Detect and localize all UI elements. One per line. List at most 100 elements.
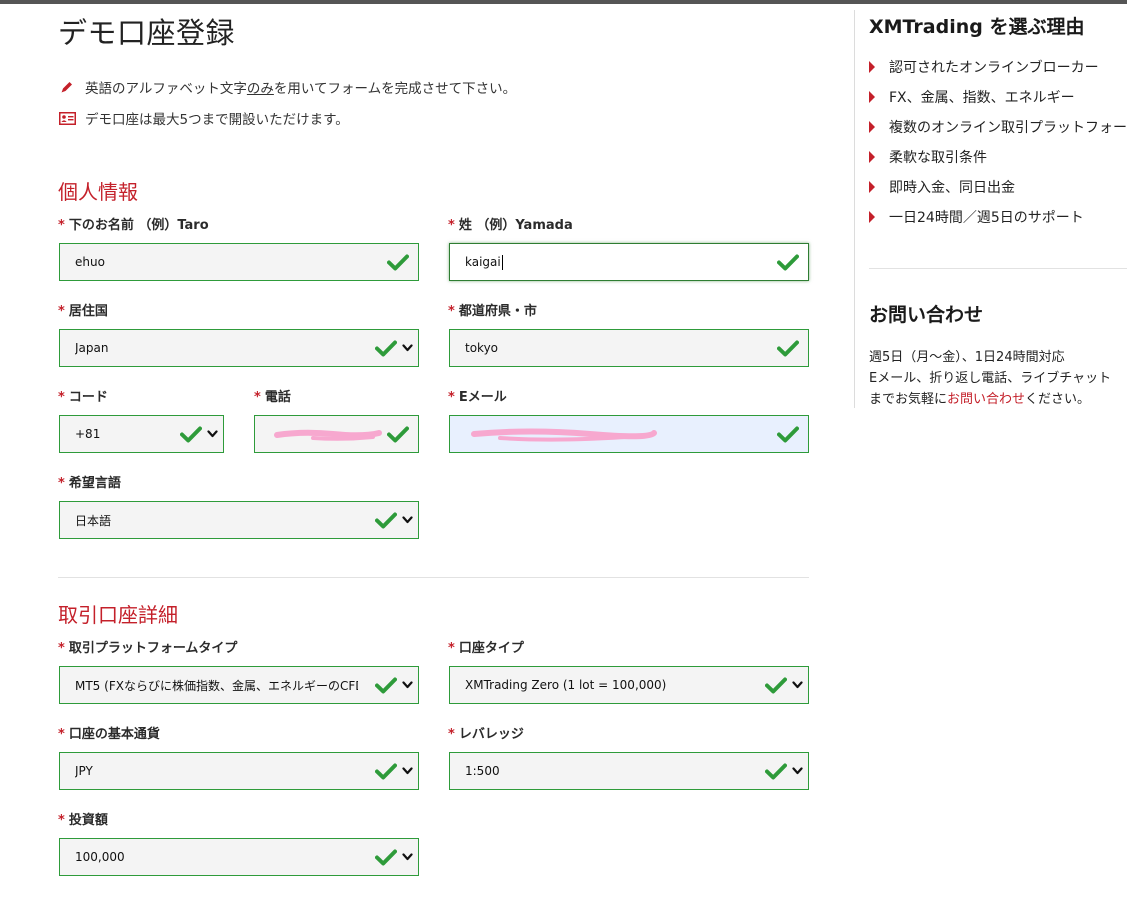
chevron-down-icon bbox=[207, 428, 218, 440]
reason-text: 柔軟な取引条件 bbox=[889, 150, 987, 166]
first-name-label-text: 下のお名前 （例）Taro bbox=[68, 218, 209, 233]
reason-item: FX、金属、指数、エネルギー bbox=[869, 87, 1075, 107]
required-mark: * bbox=[448, 390, 455, 405]
reason-text: 一日24時間／週5日のサポート bbox=[889, 210, 1084, 226]
required-mark: * bbox=[58, 390, 65, 405]
section-title-personal: 個人情報 bbox=[58, 180, 138, 204]
platform-label-text: 取引プラットフォームタイプ bbox=[68, 641, 238, 656]
notice-text-underlined: のみ bbox=[246, 81, 274, 97]
notice-text-prefix: 英語のアルファベット文字 bbox=[85, 81, 247, 97]
chevron-down-icon bbox=[792, 679, 803, 691]
account-type-label-text: 口座タイプ bbox=[458, 641, 524, 656]
reason-text: 即時入金、同日出金 bbox=[889, 180, 1015, 196]
check-icon bbox=[777, 425, 799, 443]
required-mark: * bbox=[448, 727, 455, 742]
redaction-mark bbox=[471, 428, 657, 442]
required-mark: * bbox=[448, 641, 455, 656]
required-mark: * bbox=[58, 641, 65, 656]
code-label: * コード bbox=[58, 386, 108, 405]
check-icon bbox=[375, 339, 397, 357]
triangle-bullet-icon bbox=[869, 91, 875, 103]
contact-cta-prefix: までお気軽に bbox=[869, 392, 948, 407]
sidebar-border bbox=[854, 10, 855, 408]
contact-cta-suffix: ください。 bbox=[1025, 392, 1091, 407]
id-card-icon bbox=[58, 111, 76, 125]
reason-text: 複数のオンライン取引プラットフォーム bbox=[889, 120, 1127, 136]
prefecture-field[interactable]: tokyo bbox=[449, 329, 809, 367]
text-caret bbox=[501, 254, 503, 270]
email-label: * Eメール bbox=[448, 386, 507, 405]
triangle-bullet-icon bbox=[869, 121, 875, 133]
required-mark: * bbox=[58, 727, 65, 742]
check-icon bbox=[387, 425, 409, 443]
language-value: 日本語 bbox=[75, 513, 112, 528]
country-code-select[interactable]: +81 bbox=[59, 415, 224, 453]
contact-line-channels: Eメール、折り返し電話、ライブチャット bbox=[869, 371, 1112, 386]
required-mark: * bbox=[448, 304, 455, 319]
leverage-select[interactable]: 1:500 bbox=[449, 752, 809, 790]
reason-text: 認可されたオンラインブローカー bbox=[889, 60, 1099, 76]
chevron-down-icon bbox=[792, 765, 803, 777]
check-icon bbox=[375, 511, 397, 529]
contact-link[interactable]: お問い合わせ bbox=[947, 392, 1025, 407]
prefecture-value: tokyo bbox=[465, 341, 499, 355]
language-select[interactable]: 日本語 bbox=[59, 501, 419, 539]
account-type-value: XMTrading Zero (1 lot = 100,000) bbox=[465, 678, 667, 692]
phone-field[interactable] bbox=[254, 415, 419, 453]
email-label-text: Eメール bbox=[458, 390, 507, 405]
investment-value: 100,000 bbox=[75, 850, 125, 864]
last-name-field[interactable]: kaigai bbox=[449, 243, 809, 281]
top-border-bar bbox=[0, 0, 1127, 4]
reason-text: FX、金属、指数、エネルギー bbox=[889, 90, 1075, 106]
triangle-bullet-icon bbox=[869, 151, 875, 163]
leverage-label: * レバレッジ bbox=[448, 723, 524, 742]
required-mark: * bbox=[254, 390, 261, 405]
required-mark: * bbox=[58, 813, 65, 828]
leverage-value: 1:500 bbox=[465, 764, 500, 778]
notice-demo-limit: デモ口座は最大5つまで開設いただけます。 bbox=[58, 108, 349, 128]
reason-item: 一日24時間／週5日のサポート bbox=[869, 207, 1084, 227]
sidebar-divider bbox=[869, 268, 1127, 269]
country-value: Japan bbox=[75, 341, 109, 355]
contact-text: 週5日（月～金）、1日24時間対応 Eメール、折り返し電話、ライブチャット まで… bbox=[869, 347, 1111, 410]
contact-line-hours: 週5日（月～金）、1日24時間対応 bbox=[869, 350, 1065, 365]
required-mark: * bbox=[58, 304, 65, 319]
notice-text-suffix: を用いてフォームを完成させて下さい。 bbox=[273, 81, 517, 97]
check-icon bbox=[777, 253, 799, 271]
currency-label-text: 口座の基本通貨 bbox=[68, 727, 160, 742]
country-label-text: 居住国 bbox=[68, 304, 108, 319]
check-icon bbox=[375, 848, 397, 866]
notice-demo-limit-text: デモ口座は最大5つまで開設いただけます。 bbox=[85, 112, 349, 128]
currency-select[interactable]: JPY bbox=[59, 752, 419, 790]
investment-select[interactable]: 100,000 bbox=[59, 838, 419, 876]
platform-select[interactable]: MT5 (FXならびに株価指数、金属、エネルギーのCFD) bbox=[59, 666, 419, 704]
phone-label: * 電話 bbox=[254, 386, 291, 405]
contact-title: お問い合わせ bbox=[869, 304, 984, 326]
reason-item: 認可されたオンラインブローカー bbox=[869, 57, 1099, 77]
first-name-label: * 下のお名前 （例）Taro bbox=[58, 214, 209, 233]
first-name-value: ehuo bbox=[75, 255, 105, 269]
check-icon bbox=[777, 339, 799, 357]
check-icon bbox=[765, 762, 787, 780]
last-name-label: * 姓 （例）Yamada bbox=[448, 214, 573, 233]
phone-label-text: 電話 bbox=[264, 390, 291, 405]
chevron-down-icon bbox=[402, 679, 413, 691]
required-mark: * bbox=[58, 476, 65, 491]
platform-label: * 取引プラットフォームタイプ bbox=[58, 637, 237, 656]
check-icon bbox=[387, 253, 409, 271]
triangle-bullet-icon bbox=[869, 61, 875, 73]
country-select[interactable]: Japan bbox=[59, 329, 419, 367]
currency-value: JPY bbox=[75, 764, 93, 778]
email-field[interactable] bbox=[449, 415, 809, 453]
language-label-text: 希望言語 bbox=[68, 476, 121, 491]
account-type-select[interactable]: XMTrading Zero (1 lot = 100,000) bbox=[449, 666, 809, 704]
reasons-title: XMTrading を選ぶ理由 bbox=[869, 16, 1085, 38]
contact-line-cta: までお気軽にお問い合わせください。 bbox=[869, 389, 1111, 410]
page-title: デモ口座登録 bbox=[58, 16, 236, 50]
leverage-label-text: レバレッジ bbox=[458, 727, 524, 742]
reason-item: 即時入金、同日出金 bbox=[869, 177, 1015, 197]
triangle-bullet-icon bbox=[869, 181, 875, 193]
check-icon bbox=[180, 425, 202, 443]
redaction-mark bbox=[274, 429, 382, 441]
first-name-field[interactable]: ehuo bbox=[59, 243, 419, 281]
